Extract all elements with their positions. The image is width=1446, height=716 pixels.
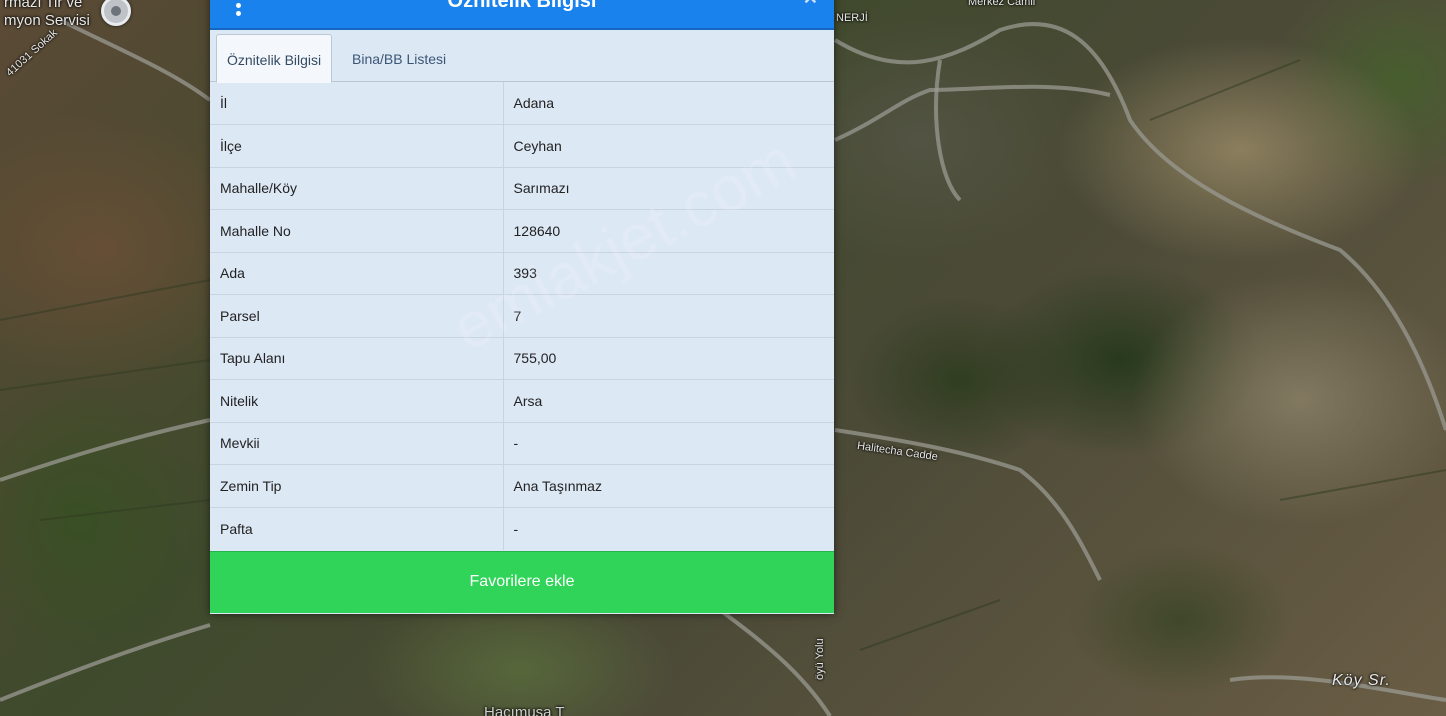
attribute-value: 128640 xyxy=(503,209,834,253)
map-label: Merkez Camii xyxy=(968,0,1036,8)
attribute-value: 7 xyxy=(503,294,834,338)
map-label: Köy Sr. xyxy=(1332,672,1391,689)
table-row: Nitelik Arsa xyxy=(210,379,834,423)
attribute-key: Mahalle No xyxy=(210,209,504,253)
attribute-value: Ana Taşınmaz xyxy=(503,464,834,508)
table-row: Pafta - xyxy=(210,507,834,550)
table-row: Parsel 7 xyxy=(210,294,834,338)
attribute-table: İl Adana İlçe Ceyhan Mahalle/Köy Sarımaz… xyxy=(210,82,834,550)
attribute-key: Mevkii xyxy=(210,422,504,465)
attribute-value: Sarımazı xyxy=(503,167,834,210)
attribute-value: - xyxy=(513,520,519,537)
attribute-key: Ada xyxy=(210,252,504,295)
table-row: Mahalle No 128640 xyxy=(210,209,834,253)
table-row: İlçe Ceyhan xyxy=(210,124,834,168)
attribute-key: İl xyxy=(210,82,504,125)
attribute-value: Adana xyxy=(503,82,834,125)
map-label: myon Servisi xyxy=(4,12,90,29)
attribute-value: - xyxy=(503,422,834,465)
attribute-key: Parsel xyxy=(210,294,504,338)
dialog-header: Öznitelik Bilgisi ✕ xyxy=(210,0,834,30)
dialog-title: Öznitelik Bilgisi xyxy=(447,0,597,12)
map-label: NERJİ xyxy=(836,12,868,24)
close-icon[interactable]: ✕ xyxy=(803,0,818,9)
attribute-key: Nitelik xyxy=(210,379,504,423)
attribute-key: İlçe xyxy=(210,124,504,168)
map-label: öyü Yolu xyxy=(814,638,826,680)
table-row: Mahalle/Köy Sarımazı xyxy=(210,167,834,210)
attribute-key: Pafta xyxy=(210,507,504,550)
map-label: Hacımusa T xyxy=(484,704,565,716)
attribute-value: 393 xyxy=(503,252,834,295)
attribute-info-dialog: Öznitelik Bilgisi ✕ Öznitelik Bilgisi Bi… xyxy=(210,0,834,614)
attribute-key: Mahalle/Köy xyxy=(210,167,504,210)
attribute-key: Zemin Tip xyxy=(210,464,504,508)
attribute-key: Tapu Alanı xyxy=(210,337,504,380)
attribute-value: Ceyhan xyxy=(503,124,834,168)
table-row: Mevkii - xyxy=(210,422,834,465)
table-row: Zemin Tip Ana Taşınmaz xyxy=(210,464,834,508)
table-row: Tapu Alanı 755,00 xyxy=(210,337,834,380)
map-label: rmazı Tir ve xyxy=(4,0,83,11)
add-to-favorites-button[interactable]: Favorilere ekle xyxy=(210,551,834,613)
attribute-value: 755,00 xyxy=(503,337,834,380)
tab-attribute-info[interactable]: Öznitelik Bilgisi xyxy=(216,34,333,83)
tab-building-list[interactable]: Bina/BB Listesi xyxy=(342,34,456,82)
table-row: İl Adana xyxy=(210,82,834,125)
table-row: Ada 393 xyxy=(210,252,834,295)
tab-bar: Öznitelik Bilgisi Bina/BB Listesi xyxy=(210,30,834,83)
attribute-value: Arsa xyxy=(503,379,834,423)
